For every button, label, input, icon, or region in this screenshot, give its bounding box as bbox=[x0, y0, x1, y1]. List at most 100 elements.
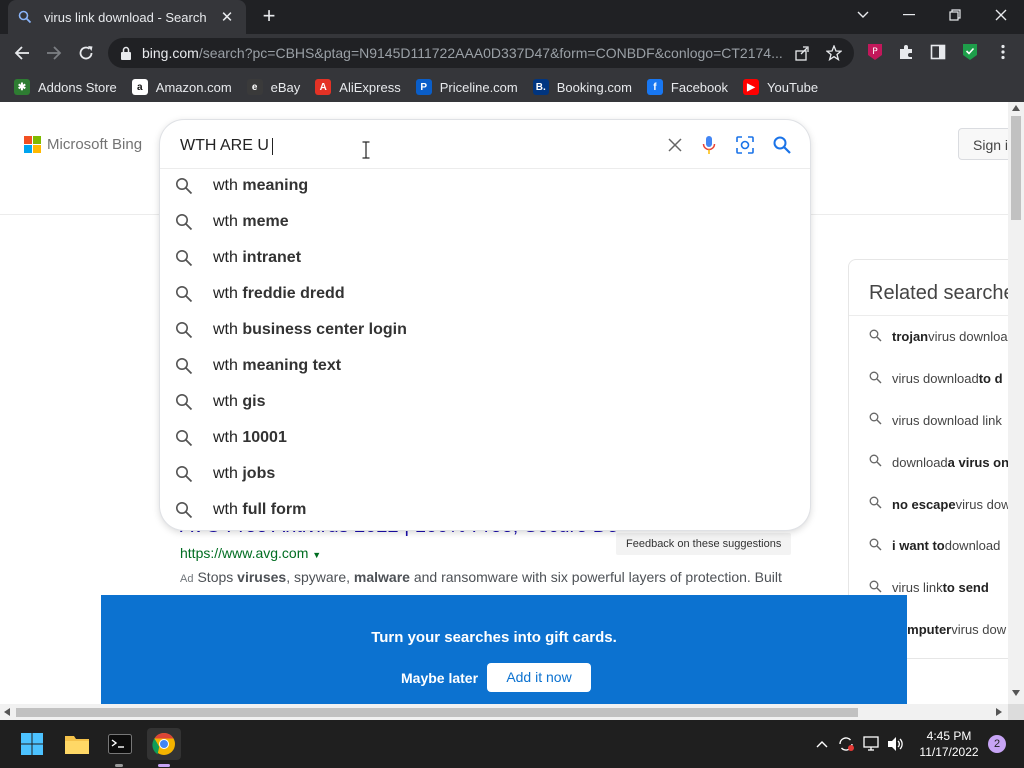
bookmark-label: Amazon.com bbox=[155, 79, 232, 95]
bing-logo[interactable]: Microsoft Bing bbox=[24, 136, 142, 153]
bookmark-amazon[interactable]: a Amazon.com bbox=[131, 79, 232, 95]
close-window-icon[interactable] bbox=[978, 0, 1024, 30]
suggestion-prefix: wth bbox=[213, 393, 238, 410]
related-search-item[interactable]: trojan virus download bbox=[849, 316, 1008, 358]
lock-icon[interactable] bbox=[120, 46, 132, 60]
suggestion-item[interactable]: wth 10001 bbox=[160, 420, 810, 456]
bing-results-page: Microsoft Bing Sign in Related searches … bbox=[0, 102, 1008, 704]
search-icon bbox=[174, 284, 194, 304]
search-icon bbox=[174, 176, 194, 196]
suggestion-item[interactable]: wth jobs bbox=[160, 456, 810, 492]
close-tab-icon[interactable]: ✕ bbox=[218, 8, 236, 26]
active-app-indicator bbox=[158, 764, 170, 767]
network-icon[interactable] bbox=[862, 734, 882, 754]
minimize-icon[interactable] bbox=[886, 0, 932, 30]
bookmark-aliexpress[interactable]: A AliExpress bbox=[315, 79, 401, 95]
bookmark-star-icon[interactable] bbox=[825, 44, 843, 62]
chrome-browser-icon[interactable] bbox=[147, 728, 181, 760]
file-explorer-icon[interactable] bbox=[60, 728, 94, 760]
extensions-puzzle-icon[interactable] bbox=[897, 43, 915, 61]
windows-start-icon[interactable] bbox=[15, 728, 49, 760]
chevron-up-icon[interactable] bbox=[812, 734, 832, 754]
terminal-icon[interactable] bbox=[103, 728, 137, 760]
clear-icon[interactable] bbox=[664, 134, 686, 156]
tab-search-chevron-icon[interactable] bbox=[840, 0, 886, 30]
menu-kebab-icon[interactable] bbox=[994, 43, 1012, 61]
reload-icon[interactable] bbox=[73, 40, 99, 66]
share-icon[interactable] bbox=[793, 44, 811, 62]
search-input[interactable]: WTH ARE U bbox=[180, 136, 273, 156]
address-bar[interactable]: bing.com/search?pc=CBHS&ptag=N9145D11172… bbox=[108, 38, 854, 68]
suggestion-prefix: wth bbox=[213, 213, 238, 230]
suggestion-prefix: wth bbox=[213, 249, 238, 266]
feedback-suggestions-link[interactable]: Feedback on these suggestions bbox=[616, 533, 792, 555]
related-bold: to d bbox=[978, 371, 1003, 387]
suggestion-prefix: wth bbox=[213, 429, 238, 446]
search-icon bbox=[869, 371, 882, 387]
sign-in-button[interactable]: Sign in bbox=[958, 128, 1008, 160]
forward-arrow-icon[interactable] bbox=[41, 40, 67, 66]
bookmark-booking[interactable]: B. Booking.com bbox=[532, 79, 632, 95]
search-icon bbox=[869, 580, 882, 596]
restore-icon[interactable] bbox=[932, 0, 978, 30]
vertical-scroll-thumb[interactable] bbox=[1011, 116, 1021, 220]
system-clock[interactable]: 4:45 PM 11/17/2022 bbox=[912, 728, 986, 760]
related-search-item[interactable]: i want to download bbox=[849, 525, 1008, 567]
browser-tab[interactable]: virus link download - Search ✕ bbox=[8, 0, 246, 34]
scroll-up-arrow-icon[interactable] bbox=[1012, 105, 1020, 111]
related-search-item[interactable]: virus download link bbox=[849, 400, 1008, 442]
bookmark-facebook[interactable]: f Facebook bbox=[646, 79, 728, 95]
search-submit-icon[interactable] bbox=[771, 134, 793, 156]
bookmark-youtube[interactable]: ▶ YouTube bbox=[743, 79, 818, 95]
visual-search-icon[interactable] bbox=[734, 134, 756, 156]
search-icon bbox=[174, 464, 194, 484]
pinterest-extension-icon[interactable]: P bbox=[866, 43, 884, 61]
maybe-later-button[interactable]: Maybe later bbox=[401, 670, 478, 686]
search-icon bbox=[174, 356, 194, 376]
horizontal-scroll-thumb[interactable] bbox=[16, 708, 858, 717]
ad-result-url[interactable]: https://www.avg.com ▼ bbox=[180, 545, 321, 561]
new-tab-button[interactable]: + bbox=[258, 5, 280, 28]
microsoft-logo-icon bbox=[24, 136, 41, 153]
suggestion-item[interactable]: wth business center login bbox=[160, 312, 810, 348]
suggestion-prefix: wth bbox=[213, 177, 238, 194]
bookmark-label: Facebook bbox=[670, 79, 728, 95]
suggestion-item[interactable]: wth full form bbox=[160, 492, 810, 528]
suggestion-item[interactable]: wth intranet bbox=[160, 240, 810, 276]
related-text: virus download link bbox=[892, 412, 1002, 428]
scroll-right-arrow-icon[interactable] bbox=[996, 708, 1002, 716]
suggestion-item[interactable]: wth gis bbox=[160, 384, 810, 420]
side-panel-icon[interactable] bbox=[929, 43, 947, 61]
volume-icon[interactable] bbox=[886, 734, 906, 754]
caret-down-icon[interactable]: ▼ bbox=[312, 550, 321, 560]
related-bold: i want to bbox=[892, 538, 945, 554]
addons-store-icon: ✱ bbox=[14, 79, 30, 95]
suggestion-item[interactable]: wth meme bbox=[160, 204, 810, 240]
ebay-icon: e bbox=[246, 79, 263, 95]
related-search-item[interactable]: virus download to d bbox=[849, 358, 1008, 400]
scrollbar-corner bbox=[1008, 704, 1024, 720]
bookmark-addons-store[interactable]: ✱ Addons Store bbox=[14, 79, 117, 95]
suggestion-item[interactable]: wth meaning text bbox=[160, 348, 810, 384]
microphone-icon[interactable] bbox=[698, 134, 720, 156]
shield-extension-icon[interactable] bbox=[961, 43, 979, 61]
back-arrow-icon[interactable] bbox=[9, 40, 35, 66]
add-it-now-button[interactable]: Add it now bbox=[487, 663, 591, 692]
bookmark-label: Addons Store bbox=[38, 79, 117, 95]
scroll-down-arrow-icon[interactable] bbox=[1012, 690, 1020, 696]
related-bold: trojan bbox=[892, 329, 929, 345]
bookmark-priceline[interactable]: P Priceline.com bbox=[415, 79, 518, 95]
tab-title: virus link download - Search bbox=[44, 9, 207, 25]
suggestion-item[interactable]: wth meaning bbox=[160, 168, 810, 204]
bookmarks-bar: ✱ Addons Store a Amazon.com e eBay A AliExpress… bbox=[0, 72, 1024, 102]
horizontal-scrollbar[interactable] bbox=[0, 704, 1008, 720]
sync-icon[interactable] bbox=[836, 734, 856, 754]
scroll-left-arrow-icon[interactable] bbox=[4, 708, 10, 716]
vertical-scrollbar[interactable] bbox=[1008, 102, 1024, 704]
bookmark-label: AliExpress bbox=[339, 79, 401, 95]
suggestion-item[interactable]: wth freddie dredd bbox=[160, 276, 810, 312]
related-search-item[interactable]: download a virus on bbox=[849, 441, 1008, 483]
bookmark-ebay[interactable]: e eBay bbox=[246, 79, 300, 95]
related-search-item[interactable]: no escape virus dow bbox=[849, 483, 1008, 525]
notification-badge[interactable]: 2 bbox=[988, 735, 1006, 753]
